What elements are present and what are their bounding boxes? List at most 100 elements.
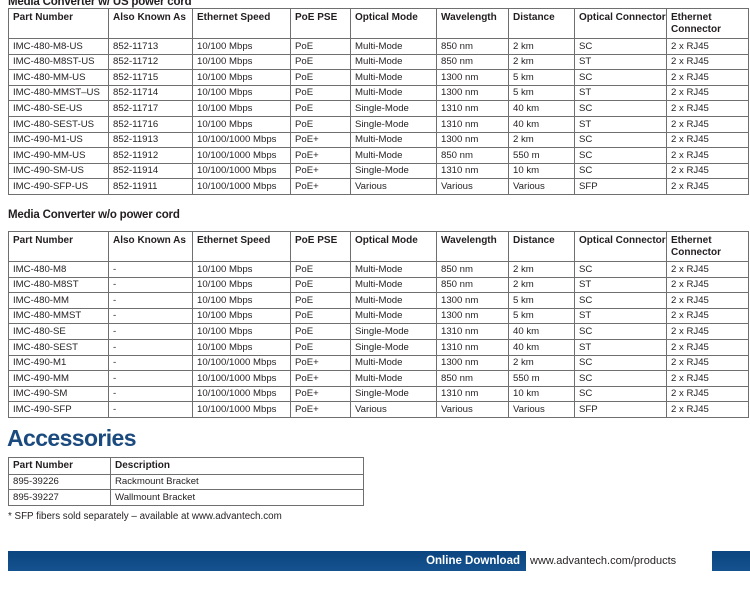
column-header-description: Description	[110, 457, 364, 475]
column-header-part-number: Part Number	[8, 231, 109, 262]
cell-wavelength: 850 nm	[436, 38, 509, 55]
cell-wavelength: 1300 nm	[436, 84, 509, 102]
cell-optical-mode: Multi-Mode	[350, 307, 437, 325]
cell-optical-connector: SC	[574, 354, 667, 372]
cell-optical-connector: SC	[574, 69, 667, 86]
cell-wavelength: Various	[436, 401, 509, 418]
cell-poe-pse: PoE	[290, 84, 351, 102]
cell-optical-connector: SC	[574, 323, 667, 340]
cell-poe-pse: PoE	[290, 69, 351, 86]
cell-ethernet-connector: 2 x RJ45	[666, 69, 749, 86]
table-row: IMC-490-MM -10/100/1000 Mbps PoE+ Multi-Mod…	[8, 370, 749, 387]
cell-distance: 550 m	[508, 147, 575, 164]
cell-distance: 2 km	[508, 131, 575, 149]
cell-wavelength: 1300 nm	[436, 354, 509, 372]
cell-ethernet-connector: 2 x RJ45	[666, 53, 749, 71]
table-row: IMC-480-M8-10/100 Mbps PoE Multi-Mode 850 n…	[8, 261, 749, 278]
cell-wavelength: Various	[436, 178, 509, 195]
online-download-label: Online Download	[426, 555, 520, 567]
cell-poe-pse: PoE	[290, 292, 351, 309]
cell-distance: 10 km	[508, 162, 575, 180]
cell-distance: 2 km	[508, 354, 575, 372]
page-title-accessories: Accessories	[7, 425, 137, 451]
cell-ethernet-connector: 2 x RJ45	[666, 354, 749, 372]
cell-wavelength: 1300 nm	[436, 292, 509, 309]
cell-ethernet-speed: 10/100/1000 Mbps	[192, 178, 291, 195]
cell-ethernet-connector: 2 x RJ45	[666, 338, 749, 356]
cell-distance: 5 km	[508, 292, 575, 309]
cell-also-known-as: -	[108, 385, 193, 403]
table-media-converter-with-power-cord: Part Number Also Known As Ethernet Speed…	[8, 8, 749, 195]
cell-part-number: IMC-480-M8ST	[8, 276, 109, 294]
table-media-converter-without-power-cord: Part Number Also Known As Ethernet Speed…	[8, 231, 749, 418]
cell-poe-pse: PoE+	[290, 370, 351, 387]
cell-optical-connector: ST	[574, 53, 667, 71]
cell-ethernet-connector: 2 x RJ45	[666, 276, 749, 294]
cell-optical-connector: ST	[574, 307, 667, 325]
column-header-ethernet-connector: Ethernet Connector	[666, 8, 749, 39]
cell-ethernet-speed: 10/100 Mbps	[192, 307, 291, 325]
table-row: IMC-480-M8ST-US 852-11712 10/100 Mbps PoE Mu…	[8, 53, 749, 71]
table-row: IMC-490-SM -10/100/1000 Mbps PoE+ Single-Mo…	[8, 385, 749, 403]
cell-description: Rackmount Bracket	[110, 473, 364, 491]
cell-distance: 2 km	[508, 276, 575, 294]
cell-also-known-as: 852-11912	[108, 147, 193, 164]
column-header-wavelength: Wavelength	[436, 8, 509, 39]
cell-ethernet-connector: 2 x RJ45	[666, 162, 749, 180]
cell-poe-pse: PoE	[290, 115, 351, 133]
cell-distance: 10 km	[508, 385, 575, 403]
cell-wavelength: 850 nm	[436, 276, 509, 294]
table-body: IMC-480-M8-US 852-11713 10/100 Mbps PoE Mult…	[8, 38, 749, 195]
cell-distance: 5 km	[508, 69, 575, 86]
cell-distance: 550 m	[508, 370, 575, 387]
footer-url-text[interactable]: www.advantech.com/products	[530, 551, 676, 571]
table-row: IMC-490-M1-US 852-11913 10/100/1000 Mbps Po…	[8, 131, 749, 149]
cell-also-known-as: 852-11911	[108, 178, 193, 195]
cell-part-number: IMC-480-M8ST-US	[8, 53, 109, 71]
footer-url-box[interactable]: www.advantech.com/products	[526, 551, 712, 571]
cell-distance: 40 km	[508, 115, 575, 133]
cell-also-known-as: 852-11714	[108, 84, 193, 102]
table-body: IMC-480-M8-10/100 Mbps PoE Multi-Mode 850 n…	[8, 261, 749, 418]
cell-ethernet-speed: 10/100 Mbps	[192, 261, 291, 278]
cell-ethernet-speed: 10/100/1000 Mbps	[192, 147, 291, 164]
cell-part-number: IMC-480-SEST-US	[8, 115, 109, 133]
cell-also-known-as: 852-11914	[108, 162, 193, 180]
cell-optical-connector: ST	[574, 338, 667, 356]
cell-optical-mode: Single-Mode	[350, 115, 437, 133]
cell-poe-pse: PoE	[290, 338, 351, 356]
cell-distance: 5 km	[508, 307, 575, 325]
cell-ethernet-connector: 2 x RJ45	[666, 115, 749, 133]
cell-optical-mode: Multi-Mode	[350, 354, 437, 372]
cell-distance: 2 km	[508, 261, 575, 278]
table-row: IMC-480-SE-US 852-11717 10/100 Mbps PoE Sing…	[8, 100, 749, 117]
cell-poe-pse: PoE+	[290, 385, 351, 403]
cell-distance: Various	[508, 401, 575, 418]
cell-optical-connector: ST	[574, 115, 667, 133]
cell-wavelength: 1300 nm	[436, 131, 509, 149]
cell-wavelength: 1310 nm	[436, 162, 509, 180]
cell-poe-pse: PoE+	[290, 162, 351, 180]
cell-distance: 40 km	[508, 338, 575, 356]
footer-label-area: Online Download	[8, 551, 526, 571]
cell-also-known-as: -	[108, 338, 193, 356]
cell-ethernet-speed: 10/100/1000 Mbps	[192, 131, 291, 149]
column-header-distance: Distance	[508, 8, 575, 39]
table-row: IMC-490-SM-US 852-11914 10/100/1000 Mbps Po…	[8, 162, 749, 180]
table-row: IMC-480-MM-US 852-11715 10/100 Mbps PoE Mult…	[8, 69, 749, 86]
cell-also-known-as: 852-11713	[108, 38, 193, 55]
cell-also-known-as: -	[108, 401, 193, 418]
cell-optical-mode: Multi-Mode	[350, 147, 437, 164]
cell-poe-pse: PoE+	[290, 401, 351, 418]
column-header-ethernet-connector: Ethernet Connector	[666, 231, 749, 262]
column-header-optical-connector: Optical Connector	[574, 231, 667, 262]
cell-distance: 5 km	[508, 84, 575, 102]
cell-ethernet-connector: 2 x RJ45	[666, 38, 749, 55]
table-row: IMC-490-MM-US 852-11912 10/100/1000 Mbps Po…	[8, 147, 749, 164]
table-row: IMC-480-MM -10/100 Mbps PoE Multi-Mode 1300 …	[8, 292, 749, 309]
cell-wavelength: 850 nm	[436, 147, 509, 164]
cell-also-known-as: -	[108, 307, 193, 325]
cell-also-known-as: -	[108, 292, 193, 309]
cell-also-known-as: 852-11715	[108, 69, 193, 86]
cell-poe-pse: PoE	[290, 276, 351, 294]
